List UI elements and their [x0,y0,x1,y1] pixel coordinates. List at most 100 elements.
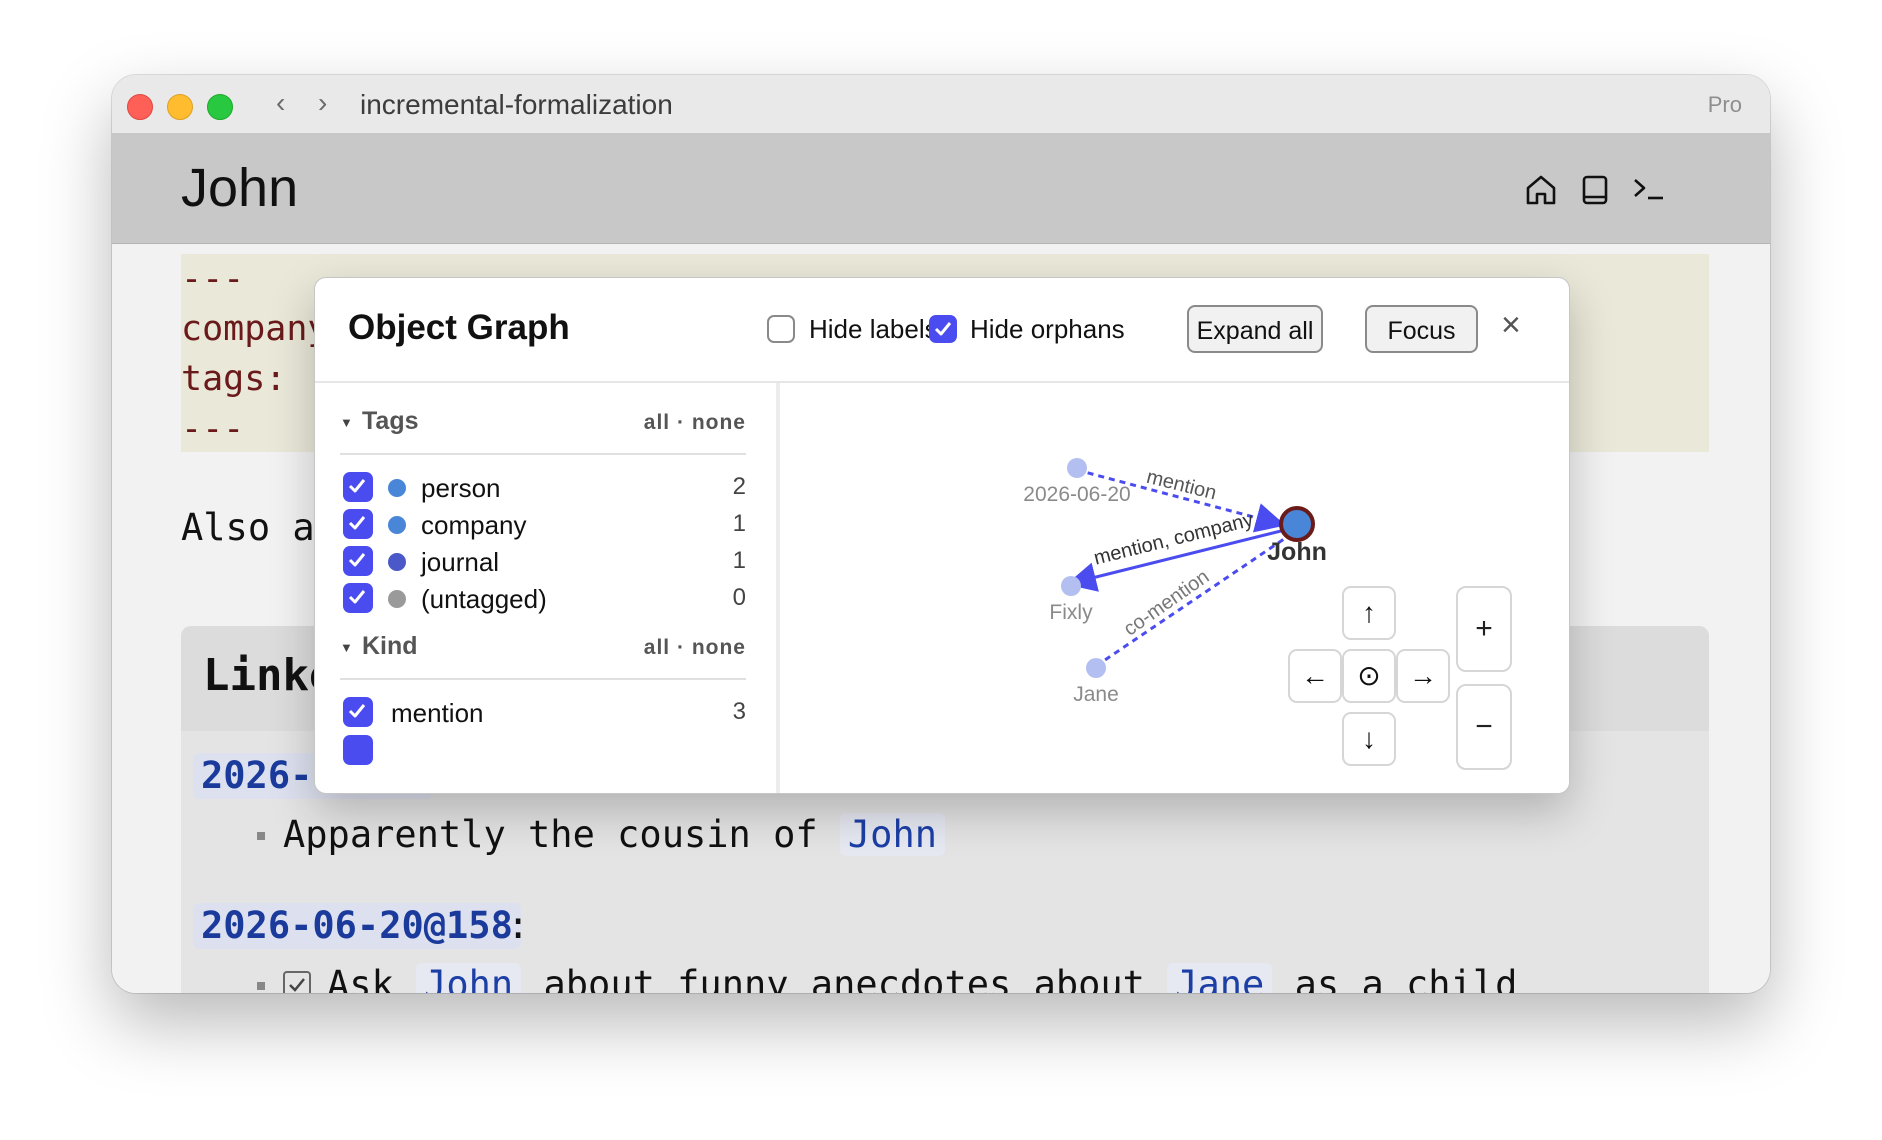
tag-checkbox[interactable] [343,509,373,539]
pan-right-button[interactable]: → [1396,649,1450,703]
expand-all-button[interactable]: Expand all [1187,305,1323,353]
kind-select-links: all · none [644,636,746,660]
tag-label: (untagged) [421,584,547,614]
tag-count: 1 [732,547,746,574]
select-none-link[interactable]: none [692,636,746,659]
minimize-window-button[interactable] [167,94,193,120]
modal-header: Object Graph Hide labels Hide orphans Ex… [315,278,1569,383]
focus-button[interactable]: Focus [1365,305,1478,353]
edge-label: co-mention [1120,566,1214,641]
tag-row-journal[interactable]: journal 1 [343,544,746,580]
pan-left-button[interactable]: ← [1288,649,1342,703]
book-icon[interactable] [1576,171,1614,209]
graph-svg: mention mention, company co-mention 2026… [1023,458,1327,706]
hide-labels-label[interactable]: Hide labels [809,314,938,345]
list-item: Apparently the cousin of John [283,812,946,858]
home-icon[interactable] [1522,171,1560,209]
tag-count: 2 [732,473,746,500]
title-bar: ‹ › incremental-formalization Pro [112,75,1770,134]
graph-node[interactable] [1086,658,1106,678]
node-label: 2026-06-20 [1023,483,1130,506]
frontmatter-line: tags: [181,359,287,399]
forward-arrow-icon[interactable]: › [318,89,327,117]
disclosure-triangle-icon[interactable]: ▼ [340,415,353,430]
tag-color-dot [388,516,406,534]
list-item-text: Ask [327,963,417,993]
tag-checkbox[interactable] [343,583,373,613]
tags-section-title: Tags [362,407,419,435]
tag-color-dot [388,553,406,571]
list-item-text: about funny anecdotes about [521,963,1168,993]
object-graph-modal: Object Graph Hide labels Hide orphans Ex… [314,277,1570,794]
edge-label: mention, company [1092,509,1256,570]
graph-node[interactable] [1279,506,1315,542]
tag-row-person[interactable]: person 2 [343,470,746,506]
node-label: John [1267,538,1327,566]
recenter-button[interactable]: ⊙ [1342,649,1396,703]
graph-node[interactable] [1067,458,1087,478]
tag-row-untagged[interactable]: (untagged) 0 [343,581,746,617]
kind-section-header[interactable]: ▼ Kind all · none [340,630,746,670]
kind-row-mention[interactable]: mention 3 [343,695,746,731]
page-title: John [181,158,299,218]
divider [340,453,746,455]
tag-label: journal [421,547,500,577]
select-all-link[interactable]: all [644,636,670,659]
frontmatter-line: --- [181,259,245,299]
disclosure-triangle-icon[interactable]: ▼ [340,640,353,655]
node-label: Fixly [1049,601,1093,624]
tag-row-company[interactable]: company 1 [343,507,746,543]
page-header: John [112,133,1770,244]
tag-color-dot [388,590,406,608]
zoom-out-button[interactable]: − [1456,684,1512,770]
kind-label: mention [391,698,484,728]
kind-count: 3 [732,698,746,725]
tag-label: person [421,473,501,503]
kind-row-partial[interactable] [343,733,746,769]
john-link[interactable]: John [416,963,522,993]
bullet [257,982,265,990]
close-window-button[interactable] [127,94,153,120]
filter-sidebar: ▼ Tags all · none person 2 company 1 jou… [315,383,780,793]
kind-checkbox[interactable] [343,735,373,765]
hide-orphans-label[interactable]: Hide orphans [970,314,1125,345]
john-link[interactable]: John [839,813,946,856]
tag-checkbox[interactable] [343,546,373,576]
date-link[interactable]: 2026-06-20@158 [193,903,521,949]
tags-section-header[interactable]: ▼ Tags all · none [340,405,746,445]
tag-label: company [421,510,527,540]
window-title: incremental-formalization [360,89,673,120]
modal-title: Object Graph [348,308,570,347]
tag-count: 1 [732,510,746,537]
kind-checkbox[interactable] [343,697,373,727]
task-checkbox[interactable] [283,971,311,993]
close-icon[interactable]: × [1501,308,1521,342]
terminal-icon[interactable] [1630,171,1668,209]
bullet [257,832,265,840]
tag-checkbox[interactable] [343,472,373,502]
list-item: Ask John about funny anecdotes about Jan… [327,962,1517,993]
edge-label: mention [1144,466,1218,505]
divider [340,678,746,680]
colon: : [507,904,530,947]
zoom-in-button[interactable]: + [1456,586,1512,672]
frontmatter-line: --- [181,409,245,449]
separator: · [676,636,685,659]
pan-down-button[interactable]: ↓ [1342,712,1396,766]
kind-section-title: Kind [362,632,418,660]
back-arrow-icon[interactable]: ‹ [276,89,285,117]
body-text: Also a [181,506,315,549]
separator: · [676,411,685,434]
graph-node[interactable] [1061,576,1081,596]
jane-link[interactable]: Jane [1167,963,1273,993]
zoom-window-button[interactable] [207,94,233,120]
list-item-text: Apparently the cousin of [283,813,840,856]
tag-color-dot [388,479,406,497]
select-all-link[interactable]: all [644,411,670,434]
graph-canvas[interactable]: mention mention, company co-mention 2026… [780,383,1569,793]
pro-badge: Pro [1707,92,1742,117]
select-none-link[interactable]: none [692,411,746,434]
hide-orphans-checkbox[interactable] [929,315,957,343]
pan-up-button[interactable]: ↑ [1342,586,1396,640]
hide-labels-checkbox[interactable] [767,315,795,343]
